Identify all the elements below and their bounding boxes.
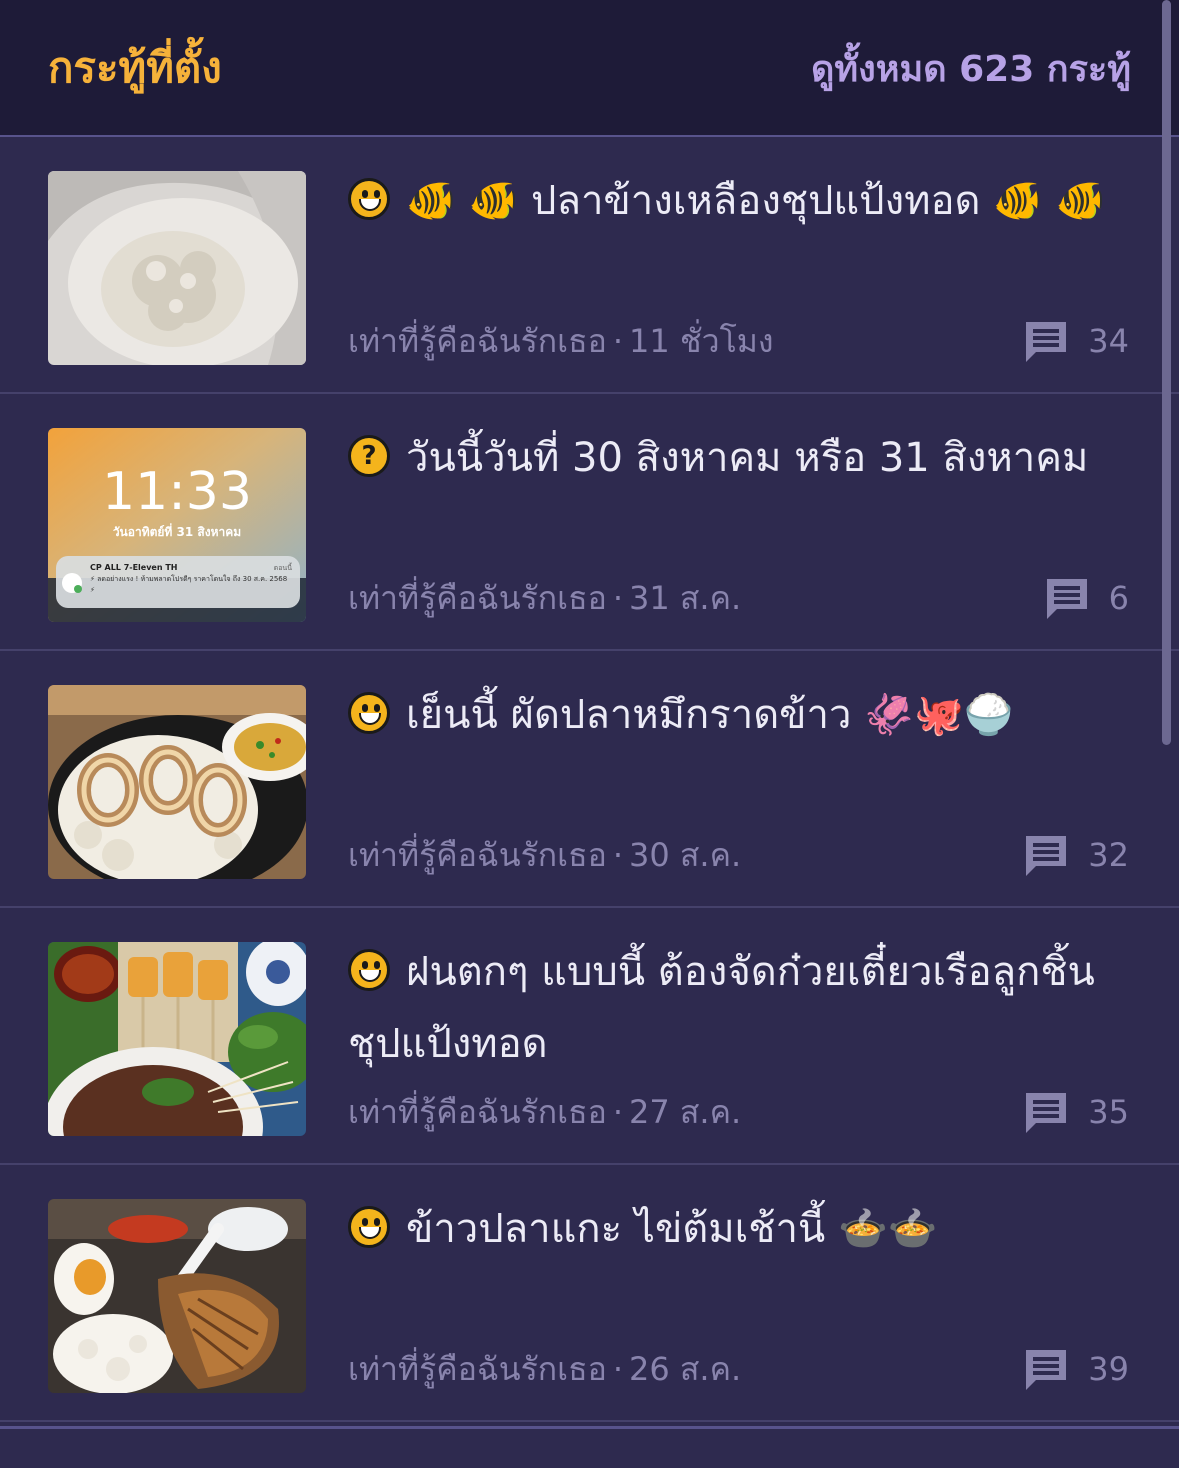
comment-icon bbox=[1026, 1350, 1067, 1390]
notification-app: CP ALL 7-Eleven TH bbox=[90, 563, 178, 572]
page-title: กระทู้ที่ตั้ง bbox=[48, 43, 222, 92]
topic-list: 🐠 🐠 ปลาข้างเหลืองชุปแป้งทอด 🐠 🐠 เท่าที่ร… bbox=[0, 137, 1179, 1422]
notification-text: ⚡ ลดอย่างแรง ! ห้ามพลาดโปรดีๆ ราคาโดนใจ … bbox=[90, 575, 288, 594]
topic-meta: เท่าที่รู้คือฉันรักเธอ · 31 ส.ค. bbox=[348, 579, 742, 617]
comment-count-value: 32 bbox=[1088, 836, 1129, 874]
lockscreen-date: วันอาทิตย์ที่ 31 สิงหาคม bbox=[112, 525, 242, 539]
topic-time: 27 ส.ค. bbox=[629, 1093, 742, 1131]
view-all-link[interactable]: ดูทั้งหมด 623 กระทู้ bbox=[811, 44, 1131, 96]
topic-thumbnail[interactable] bbox=[48, 942, 306, 1136]
comment-count: 34 bbox=[1022, 319, 1129, 363]
divider bbox=[0, 1426, 1179, 1429]
comment-count-value: 35 bbox=[1088, 1093, 1129, 1131]
comment-icon bbox=[1026, 836, 1067, 876]
topic-title-text: ฝนตกๆ แบบนี้ ต้องจัดก๋วยเตี๋ยวเรือลูกชิ้… bbox=[348, 949, 1095, 1067]
comment-count-value: 39 bbox=[1088, 1350, 1129, 1388]
topic-title[interactable]: 🐠 🐠 ปลาข้างเหลืองชุปแป้งทอด 🐠 🐠 bbox=[348, 165, 1128, 237]
topic-time: 26 ส.ค. bbox=[629, 1350, 742, 1388]
comment-icon bbox=[1046, 579, 1087, 619]
laughing-face-icon bbox=[348, 949, 390, 991]
topic-author[interactable]: เท่าที่รู้คือฉันรักเธอ bbox=[348, 322, 607, 360]
topic-item[interactable]: ข้าวปลาแกะ ไข่ต้มเช้านี้ 🍲🍲 เท่าที่รู้คื… bbox=[0, 1165, 1179, 1422]
comment-count: 35 bbox=[1022, 1090, 1129, 1134]
lockscreen-clock: 11:33 bbox=[102, 462, 252, 522]
topic-emojis-before: 🐠 🐠 bbox=[406, 178, 519, 224]
comment-count-value: 6 bbox=[1108, 579, 1129, 617]
comment-count: 6 bbox=[1043, 576, 1129, 620]
topic-emojis-after: 🦑🐙🍚 bbox=[864, 692, 1014, 738]
topic-title[interactable]: ? วันนี้วันที่ 30 สิงหาคม หรือ 31 สิงหาคม bbox=[348, 422, 1128, 494]
topic-title-text: ข้าวปลาแกะ ไข่ต้มเช้านี้ bbox=[406, 1206, 826, 1252]
topic-thumbnail[interactable] bbox=[48, 171, 306, 365]
topic-author[interactable]: เท่าที่รู้คือฉันรักเธอ bbox=[348, 1350, 607, 1388]
topic-emojis-after: 🐠 🐠 bbox=[993, 178, 1106, 224]
topic-author[interactable]: เท่าที่รู้คือฉันรักเธอ bbox=[348, 1093, 607, 1131]
topic-thumbnail[interactable]: 11:33 วันอาทิตย์ที่ 31 สิงหาคม CP ALL 7-… bbox=[48, 428, 306, 622]
comment-icon bbox=[1026, 322, 1067, 362]
topic-time: 30 ส.ค. bbox=[629, 836, 742, 874]
topic-title[interactable]: เย็นนี้ ผัดปลาหมึกราดข้าว 🦑🐙🍚 bbox=[348, 679, 1128, 751]
topic-title[interactable]: ฝนตกๆ แบบนี้ ต้องจัดก๋วยเตี๋ยวเรือลูกชิ้… bbox=[348, 936, 1128, 1080]
laughing-face-icon bbox=[348, 692, 390, 734]
topic-author[interactable]: เท่าที่รู้คือฉันรักเธอ bbox=[348, 579, 607, 617]
topic-item[interactable]: 🐠 🐠 ปลาข้างเหลืองชุปแป้งทอด 🐠 🐠 เท่าที่ร… bbox=[0, 137, 1179, 394]
notification-time: ตอนนี้ bbox=[273, 564, 292, 572]
comment-icon bbox=[1026, 1093, 1067, 1133]
topic-time: 31 ส.ค. bbox=[629, 579, 742, 617]
comment-count-value: 34 bbox=[1088, 322, 1129, 360]
topic-meta: เท่าที่รู้คือฉันรักเธอ · 30 ส.ค. bbox=[348, 836, 742, 874]
topic-item[interactable]: เย็นนี้ ผัดปลาหมึกราดข้าว 🦑🐙🍚 เท่าที่รู้… bbox=[0, 651, 1179, 908]
topic-time: 11 ชั่วโมง bbox=[629, 322, 774, 360]
comment-count: 32 bbox=[1022, 833, 1129, 877]
topic-author[interactable]: เท่าที่รู้คือฉันรักเธอ bbox=[348, 836, 607, 874]
topic-item[interactable]: 11:33 วันอาทิตย์ที่ 31 สิงหาคม CP ALL 7-… bbox=[0, 394, 1179, 651]
topic-meta: เท่าที่รู้คือฉันรักเธอ · 26 ส.ค. bbox=[348, 1350, 742, 1388]
laughing-face-icon bbox=[348, 1206, 390, 1248]
topic-thumbnail[interactable] bbox=[48, 685, 306, 879]
topic-title-text: เย็นนี้ ผัดปลาหมึกราดข้าว bbox=[406, 692, 852, 738]
question-bubble-icon: ? bbox=[348, 435, 390, 477]
scrollbar[interactable] bbox=[1162, 0, 1171, 745]
topic-emojis-after: 🍲🍲 bbox=[837, 1206, 938, 1252]
topic-title[interactable]: ข้าวปลาแกะ ไข่ต้มเช้านี้ 🍲🍲 bbox=[348, 1193, 1128, 1265]
topic-item[interactable]: ฝนตกๆ แบบนี้ ต้องจัดก๋วยเตี๋ยวเรือลูกชิ้… bbox=[0, 908, 1179, 1165]
topic-meta: เท่าที่รู้คือฉันรักเธอ · 27 ส.ค. bbox=[348, 1093, 742, 1131]
page-header: กระทู้ที่ตั้ง ดูทั้งหมด 623 กระทู้ bbox=[0, 0, 1179, 137]
topic-title-text: ปลาข้างเหลืองชุปแป้งทอด bbox=[531, 178, 981, 224]
topic-thumbnail[interactable] bbox=[48, 1199, 306, 1393]
laughing-face-icon bbox=[348, 178, 390, 220]
topic-meta: เท่าที่รู้คือฉันรักเธอ · 11 ชั่วโมง bbox=[348, 322, 774, 360]
comment-count: 39 bbox=[1022, 1347, 1129, 1391]
topic-title-text: วันนี้วันที่ 30 สิงหาคม หรือ 31 สิงหาคม bbox=[406, 435, 1089, 481]
